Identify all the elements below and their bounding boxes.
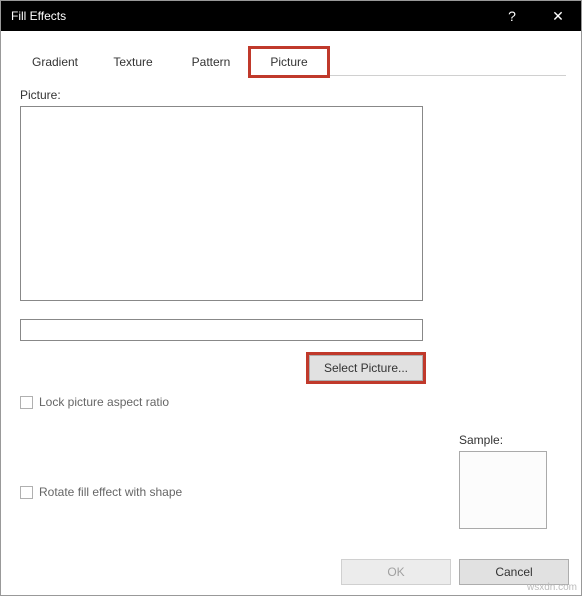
picture-name-field — [20, 319, 423, 341]
sample-preview — [459, 451, 547, 529]
sample-area: Sample: — [459, 433, 555, 529]
dialog-title: Fill Effects — [11, 9, 489, 23]
rotate-fill-checkbox[interactable] — [20, 486, 33, 499]
dialog-content: Gradient Texture Pattern Picture Picture… — [1, 31, 581, 499]
select-picture-row: Select Picture... — [20, 355, 423, 381]
dialog-window: Fill Effects ? ✕ Gradient Texture Patter… — [0, 0, 582, 596]
tab-texture[interactable]: Texture — [94, 48, 172, 76]
rotate-fill-label: Rotate fill effect with shape — [39, 485, 182, 499]
close-button[interactable]: ✕ — [535, 1, 581, 31]
lock-aspect-label: Lock picture aspect ratio — [39, 395, 169, 409]
titlebar: Fill Effects ? ✕ — [1, 1, 581, 31]
ok-button: OK — [341, 559, 451, 585]
tab-picture[interactable]: Picture — [250, 48, 328, 76]
picture-label: Picture: — [20, 88, 562, 102]
tab-pattern[interactable]: Pattern — [172, 48, 250, 76]
help-button[interactable]: ? — [489, 1, 535, 31]
tab-gradient[interactable]: Gradient — [16, 48, 94, 76]
lock-aspect-checkbox[interactable] — [20, 396, 33, 409]
sample-label: Sample: — [459, 433, 555, 447]
watermark: wsxdn.com — [527, 582, 577, 593]
tabstrip: Gradient Texture Pattern Picture — [16, 47, 566, 76]
lock-aspect-row[interactable]: Lock picture aspect ratio — [20, 395, 562, 409]
picture-preview — [20, 106, 423, 301]
select-picture-button[interactable]: Select Picture... — [309, 355, 423, 381]
